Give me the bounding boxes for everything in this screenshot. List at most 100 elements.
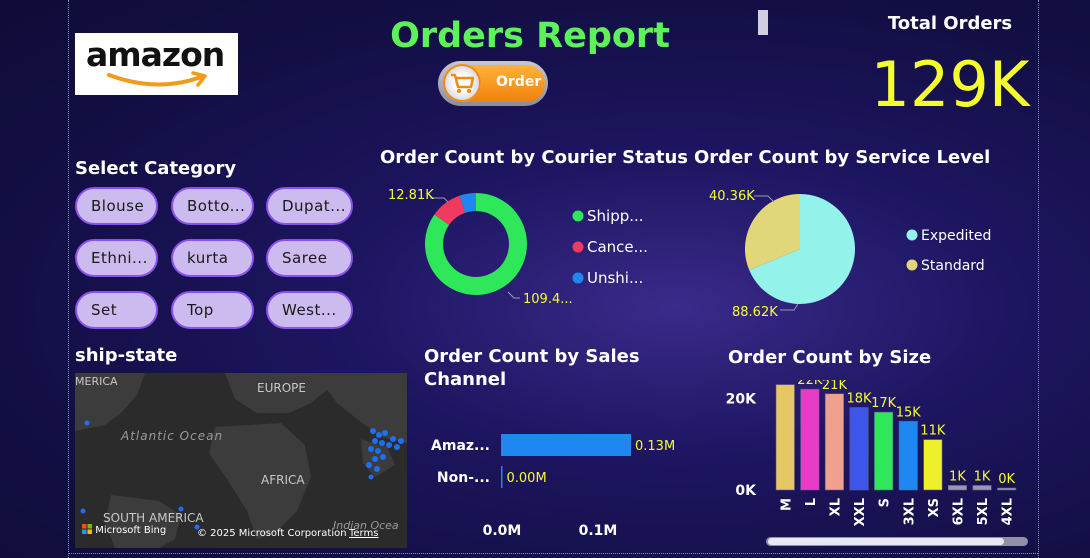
bar <box>898 420 918 491</box>
x-tick-label: XL <box>828 498 843 516</box>
data-label: 12.81K <box>388 188 434 203</box>
slicer-item-set[interactable]: Set <box>75 291 158 329</box>
microsoft-logo-icon <box>82 524 92 534</box>
logo-text: amazon <box>86 35 225 74</box>
map-copyright: © 2025 Microsoft Corporation <box>197 528 347 539</box>
data-label: 23K <box>773 380 799 384</box>
leader-line <box>507 291 520 299</box>
x-tick-label: 0.0M <box>483 523 522 539</box>
sales-channel-chart-title: Order Count by Sales Channel <box>424 346 640 390</box>
data-label: 40.36K <box>709 189 755 204</box>
slicer-item-saree[interactable]: Saree <box>266 239 353 277</box>
bing-label: Microsoft Bing <box>95 525 167 536</box>
x-tick-label: 4XL <box>1001 498 1016 525</box>
x-tick-label: 6XL <box>951 498 966 525</box>
category-slicer-title: Select Category <box>75 158 237 179</box>
y-tick-label: 20K <box>726 391 757 407</box>
bar <box>972 485 992 491</box>
bar <box>775 384 795 491</box>
x-tick-label: L <box>804 498 819 506</box>
slicer-item-blouse[interactable]: Blouse <box>75 187 158 225</box>
map-label-atlantic: Atlantic Ocean <box>121 429 224 443</box>
y-tick-label: 0K <box>735 483 757 499</box>
data-label: 0.13M <box>635 439 675 454</box>
leader-line <box>780 303 799 311</box>
smile-arrow-icon <box>107 71 207 87</box>
bing-attribution: Microsoft Bing <box>82 524 166 536</box>
data-label: 22K <box>797 380 823 388</box>
legend-marker <box>906 259 918 271</box>
category-slicer: Blouse Botto... Dupat... Ethni... kurta … <box>75 187 355 337</box>
bar <box>874 411 894 491</box>
courier-chart-title: Order Count by Courier Status <box>380 147 689 168</box>
data-label: 11K <box>920 424 946 439</box>
frame-left-border <box>68 0 69 558</box>
courier-status-donut-chart[interactable]: 12.81K 109.4... Shipp... Cance... Unshi... <box>380 180 680 320</box>
bar <box>997 487 1017 491</box>
map-title: ship-state <box>75 345 178 366</box>
data-label: 15K <box>896 405 922 420</box>
scroll-indicator <box>758 10 768 35</box>
category-label: Amaz... <box>431 438 490 454</box>
data-label: 1K <box>974 469 991 484</box>
data-label: 21K <box>822 380 848 393</box>
service-level-pie-chart[interactable]: 40.36K 88.62K Expedited Standard <box>690 180 1030 325</box>
data-label: 88.62K <box>732 305 778 320</box>
sales-channel-bar-chart[interactable]: Amaz... 0.13M Non-... 0.00M 0.0M 0.1M <box>420 420 700 550</box>
data-label: 18K <box>847 392 873 407</box>
size-bar-chart[interactable]: 0K 20K 23K M 22K L 21K XL 18K XXL 17K S 15K 3XL 11K XS 1… <box>720 380 1030 530</box>
legend-marker <box>572 210 584 222</box>
slicer-item-ethnic[interactable]: Ethni... <box>75 239 158 277</box>
kpi-value: 129K <box>870 48 1030 121</box>
bar <box>923 439 943 491</box>
map-label-america: MERICA <box>75 375 118 388</box>
shopping-cart-icon <box>451 73 475 93</box>
legend-label: Unshi... <box>587 269 643 287</box>
slicer-item-dupatta[interactable]: Dupat... <box>266 187 353 225</box>
x-tick-label: XXL <box>853 498 868 526</box>
slicer-item-western[interactable]: West... <box>266 291 353 329</box>
x-tick-label: 5XL <box>976 498 991 525</box>
bar <box>849 407 869 491</box>
map-label-africa: AFRICA <box>261 473 305 487</box>
slicer-item-bottom[interactable]: Botto... <box>171 187 254 225</box>
kpi-label: Total Orders <box>887 13 1013 34</box>
size-chart-scrollbar-thumb[interactable] <box>768 538 1004 545</box>
legend-marker <box>906 229 918 241</box>
map-label-south-america: SOUTH AMERICA <box>103 511 204 525</box>
slicer-item-top[interactable]: Top <box>171 291 254 329</box>
legend-label: Standard <box>921 258 985 274</box>
legend-label: Cance... <box>587 238 648 256</box>
service-chart-title: Order Count by Service Level <box>694 147 991 168</box>
x-tick-label: M <box>779 498 794 511</box>
page-title: Orders Report <box>390 16 670 56</box>
legend-label: Expedited <box>921 228 991 244</box>
category-label: Non-... <box>437 470 490 486</box>
data-label: 17K <box>871 396 897 411</box>
order-button[interactable]: Order <box>438 61 548 106</box>
data-label: 0K <box>998 472 1015 487</box>
legend-marker <box>572 241 584 253</box>
x-tick-label: S <box>878 498 893 507</box>
legend-label: Shipp... <box>587 207 644 225</box>
map-label-europe: EUROPE <box>257 381 306 395</box>
size-chart-title: Order Count by Size <box>728 347 932 368</box>
x-tick-label: XS <box>927 498 942 517</box>
bar <box>501 466 503 488</box>
bar <box>947 485 967 491</box>
slicer-item-kurta[interactable]: kurta <box>171 239 254 277</box>
legend-marker <box>572 272 584 284</box>
data-label: 0.00M <box>507 471 547 486</box>
bar <box>824 393 844 491</box>
map-terms-link[interactable]: Terms <box>349 528 378 539</box>
bar <box>800 388 820 491</box>
data-label: 1K <box>949 469 966 484</box>
order-button-label: Order <box>496 74 542 90</box>
x-tick-label: 0.1M <box>579 523 618 539</box>
frame-bottom-border <box>68 553 1038 554</box>
ship-state-map[interactable]: MERICA EUROPE Atlantic Ocean AFRICA SOUT… <box>75 373 407 548</box>
data-label: 109.4... <box>523 292 573 307</box>
x-tick-label: 3XL <box>902 498 917 525</box>
leader-line <box>754 195 775 203</box>
bar <box>501 434 631 456</box>
